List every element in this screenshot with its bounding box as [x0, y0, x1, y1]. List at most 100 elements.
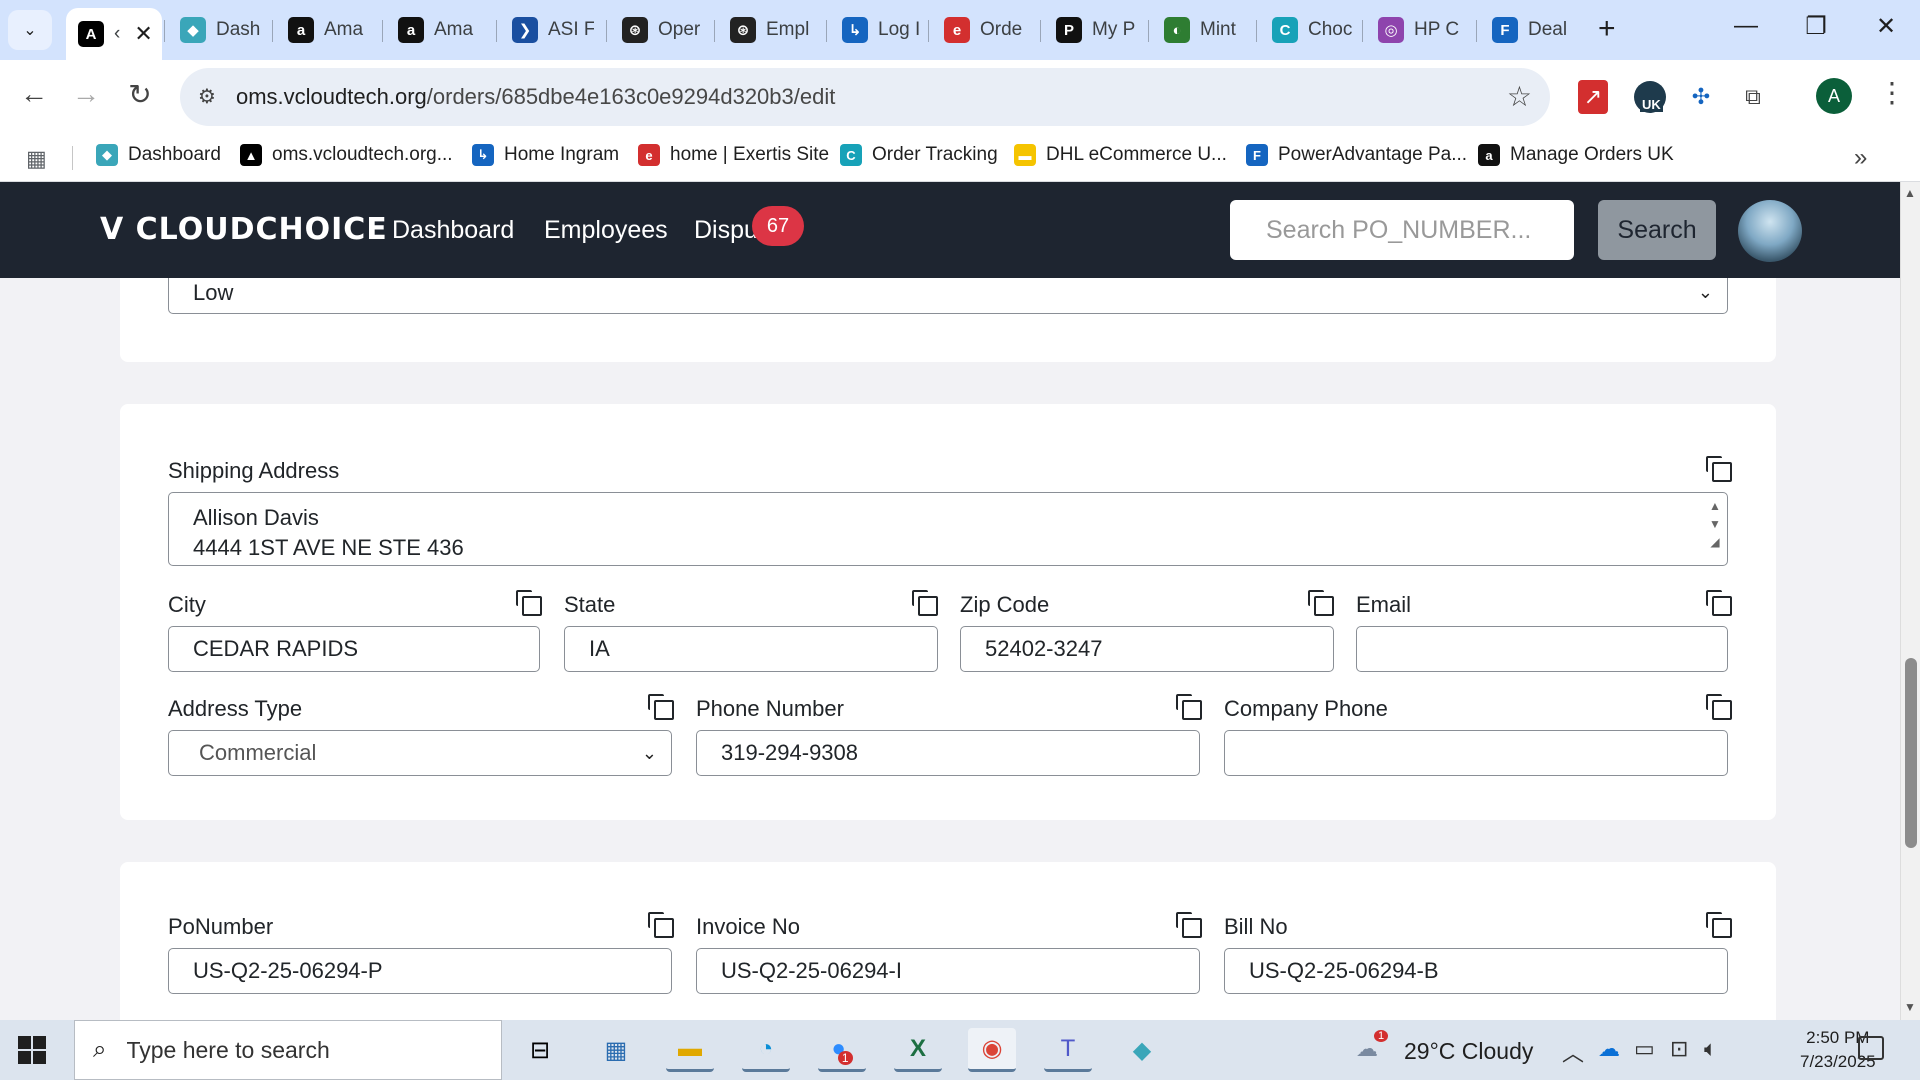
state-input[interactable]: IA	[564, 626, 938, 672]
browser-tab[interactable]: ⊛ Oper	[610, 10, 704, 50]
profile-avatar[interactable]: A	[1816, 78, 1852, 114]
copy-icon[interactable]	[1176, 694, 1202, 720]
phone-number-input[interactable]: 319-294-9308	[696, 730, 1200, 776]
invoice-no-value: US-Q2-25-06294-I	[721, 958, 902, 983]
file-explorer-icon[interactable]: ▬	[666, 1028, 714, 1072]
pdf-extension-icon[interactable]: ↗	[1578, 80, 1608, 114]
taskbar-search-box[interactable]: ⌕ Type here to search	[74, 1020, 502, 1080]
bookmark-favicon-icon: F	[1246, 144, 1268, 166]
scroll-down-icon[interactable]: ▼	[1904, 1000, 1916, 1014]
copy-icon[interactable]	[1706, 590, 1732, 616]
nav-disputes[interactable]: Dispu	[694, 216, 758, 245]
po-search-input[interactable]	[1230, 200, 1574, 260]
city-input[interactable]: CEDAR RAPIDS	[168, 626, 540, 672]
browser-menu-icon[interactable]: ⋮	[1878, 76, 1906, 109]
bookmark-item[interactable]: e home | Exertis Site	[638, 144, 829, 166]
bookmark-item[interactable]: C Order Tracking	[840, 144, 998, 166]
edge-icon[interactable]: ◔	[742, 1028, 790, 1072]
po-number-input[interactable]: US-Q2-25-06294-P	[168, 948, 672, 994]
copy-icon[interactable]	[516, 590, 542, 616]
search-button[interactable]: Search	[1598, 200, 1716, 260]
nav-dashboard[interactable]: Dashboard	[392, 216, 514, 245]
copy-icon[interactable]	[1706, 456, 1732, 482]
bookmark-item[interactable]: ↳ Home Ingram	[472, 144, 619, 166]
bookmark-item[interactable]: ▬ DHL eCommerce U...	[1014, 144, 1227, 166]
close-tab-icon[interactable]: ✕	[134, 21, 152, 47]
zip-code-input[interactable]: 52402-3247	[960, 626, 1334, 672]
browser-tab[interactable]: ◐ Mint	[1152, 10, 1246, 50]
bookmark-star-icon[interactable]: ☆	[1507, 80, 1532, 113]
scrollbar-thumb[interactable]	[1905, 658, 1917, 848]
copy-icon[interactable]	[1706, 912, 1732, 938]
priority-select[interactable]: Low ⌄	[168, 272, 1728, 314]
user-avatar[interactable]	[1738, 200, 1802, 262]
close-window-button[interactable]: ✕	[1866, 12, 1906, 41]
page-viewport: Low ⌄ V CLOUDCHOICE Dashboard Employees …	[0, 182, 1920, 1020]
browser-tab[interactable]: e Orde	[932, 10, 1026, 50]
browser-tab[interactable]: A ‹ ✕	[66, 8, 162, 60]
page-scrollbar[interactable]: ▲ ▼	[1900, 182, 1920, 1020]
bookmark-item[interactable]: F PowerAdvantage Pa...	[1246, 144, 1467, 166]
email-input[interactable]	[1356, 626, 1728, 672]
extension-icon[interactable]: ✣	[1686, 80, 1716, 114]
tab-title: Empl	[766, 19, 810, 40]
nav-employees[interactable]: Employees	[544, 216, 668, 245]
reload-button[interactable]: ↻	[120, 78, 160, 111]
browser-tab[interactable]: C Choc	[1260, 10, 1354, 50]
copy-icon[interactable]	[1308, 590, 1334, 616]
chrome-icon[interactable]: ◉	[968, 1028, 1016, 1072]
copy-icon[interactable]	[1176, 912, 1202, 938]
copy-icon[interactable]	[648, 694, 674, 720]
address-bar[interactable]: ⚙ oms.vcloudtech.org/orders/685dbe4e163c…	[180, 68, 1550, 126]
scroll-up-icon[interactable]: ▲	[1904, 186, 1916, 200]
bill-no-input[interactable]: US-Q2-25-06294-B	[1224, 948, 1728, 994]
app-icon[interactable]: ◆	[1118, 1028, 1166, 1072]
vpn-extension-icon[interactable]: UK	[1632, 80, 1668, 114]
bookmark-item[interactable]: ◆ Dashboard	[96, 144, 221, 166]
invoice-no-input[interactable]: US-Q2-25-06294-I	[696, 948, 1200, 994]
windows-start-icon[interactable]	[18, 1036, 46, 1064]
site-info-icon[interactable]: ⚙	[198, 84, 216, 109]
bookmark-item[interactable]: a Manage Orders UK	[1478, 144, 1674, 166]
browser-tab[interactable]: P My P	[1044, 10, 1138, 50]
notifications-icon[interactable]	[1858, 1036, 1884, 1060]
shipping-address-textarea[interactable]: Allison Davis 4444 1ST AVE NE STE 436 ▲ ▼…	[168, 492, 1728, 566]
volume-icon[interactable]: 🔈︎	[1704, 1036, 1717, 1062]
onedrive-icon[interactable]: ☁	[1598, 1036, 1620, 1062]
tab-search-button[interactable]: ⌄	[8, 10, 52, 50]
minimize-button[interactable]: —	[1726, 12, 1766, 40]
company-phone-input[interactable]	[1224, 730, 1728, 776]
browser-tab[interactable]: ⊛ Empl	[718, 10, 812, 50]
browser-tab[interactable]: ◆ Dash	[168, 10, 262, 50]
url-text[interactable]: oms.vcloudtech.org/orders/685dbe4e163c0e…	[236, 84, 835, 110]
apps-grid-icon[interactable]: ▦	[26, 146, 47, 172]
forward-button[interactable]: →	[66, 78, 106, 110]
zoom-icon[interactable]: ● 1	[818, 1028, 866, 1072]
copy-icon[interactable]	[1706, 694, 1732, 720]
browser-tab[interactable]: ◎ HP C	[1366, 10, 1460, 50]
copy-icon[interactable]	[648, 912, 674, 938]
copy-icon[interactable]	[912, 590, 938, 616]
bookmark-item[interactable]: ▲ oms.vcloudtech.org...	[240, 144, 453, 166]
new-tab-button[interactable]: +	[1598, 14, 1616, 44]
teams-icon[interactable]: T	[1044, 1028, 1092, 1072]
network-icon[interactable]: ⊡	[1670, 1036, 1688, 1062]
browser-tab[interactable]: a Ama	[386, 10, 480, 50]
browser-tab[interactable]: F Deal	[1480, 10, 1574, 50]
task-view-icon[interactable]: ⊟	[516, 1028, 564, 1072]
more-bookmarks-icon[interactable]: »	[1854, 144, 1867, 172]
address-type-select[interactable]: Commercial ⌄	[168, 730, 672, 776]
restore-button[interactable]: ❐	[1796, 12, 1836, 41]
app-logo[interactable]: V CLOUDCHOICE	[100, 212, 388, 247]
back-button[interactable]: ←	[14, 78, 54, 110]
browser-tab[interactable]: a Ama	[276, 10, 370, 50]
battery-icon[interactable]: ▭	[1634, 1036, 1655, 1062]
weather-text[interactable]: 29°C Cloudy	[1404, 1038, 1533, 1065]
textarea-scrollbar[interactable]: ▲ ▼ ◢	[1707, 497, 1723, 551]
extensions-puzzle-icon[interactable]: ⧉	[1738, 80, 1768, 114]
excel-icon[interactable]: X	[894, 1028, 942, 1072]
browser-tab[interactable]: ❯ ASI F	[500, 10, 594, 50]
calculator-icon[interactable]: ▦	[592, 1028, 640, 1072]
browser-tab[interactable]: ↳ Log I	[830, 10, 924, 50]
show-hidden-icons-icon[interactable]: ︿	[1562, 1036, 1584, 1068]
